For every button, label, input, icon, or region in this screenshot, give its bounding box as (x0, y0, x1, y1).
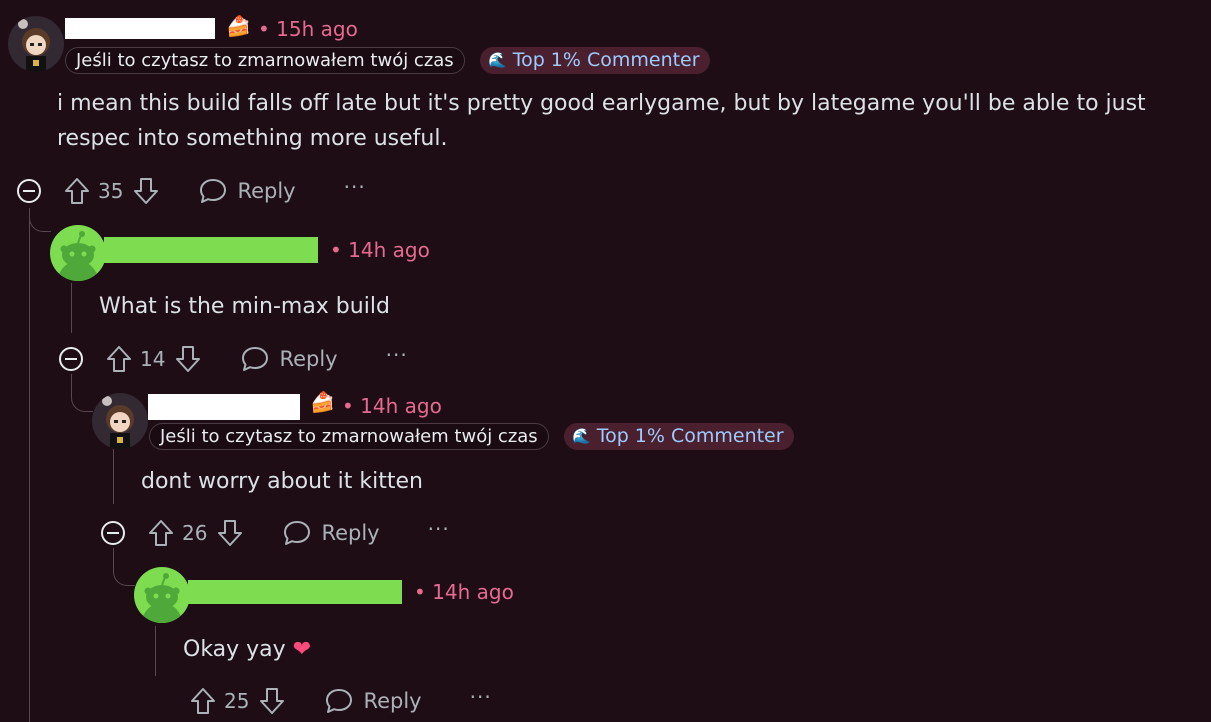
upvote-button[interactable] (148, 519, 174, 547)
vote-count: 35 (98, 179, 124, 203)
downvote-button[interactable] (217, 519, 243, 547)
vote-count: 14 (140, 347, 166, 371)
avatar[interactable] (134, 567, 190, 623)
speech-bubble-icon (284, 521, 311, 545)
more-options-button[interactable]: ··· (386, 345, 408, 368)
more-options-button[interactable]: ··· (344, 177, 366, 200)
thread-connector (71, 374, 93, 412)
arrow-down-icon (260, 688, 285, 714)
timestamp[interactable]: • 14h ago (342, 394, 442, 418)
minus-circle-icon (59, 347, 83, 371)
vote-count: 25 (224, 689, 250, 713)
user-avatar-icon (102, 396, 134, 449)
collapse-button[interactable] (100, 520, 126, 546)
badge-label: Top 1% Commenter (596, 425, 784, 447)
reply-button[interactable]: Reply (199, 178, 296, 204)
downvote-button[interactable] (133, 177, 159, 205)
comment-actions: 26 Reply ··· (100, 515, 450, 551)
more-options-button[interactable]: ··· (470, 687, 492, 710)
username-redacted[interactable] (188, 580, 402, 604)
reply-label: Reply (321, 521, 380, 545)
reply-button[interactable]: Reply (325, 688, 422, 714)
arrow-up-icon (65, 178, 89, 204)
cake-day-icon: 🍰 (226, 14, 251, 38)
arrow-down-icon (218, 520, 243, 546)
comment-actions: 25 Reply ··· (190, 683, 492, 719)
thread-connector (113, 548, 135, 586)
timestamp[interactable]: • 14h ago (414, 580, 514, 604)
cake-day-icon: 🍰 (310, 390, 335, 414)
timestamp[interactable]: • 15h ago (258, 17, 358, 41)
reply-label: Reply (363, 689, 422, 713)
comment-text: Okay yay (183, 637, 286, 662)
comment-body: dont worry about it kitten (141, 469, 423, 494)
collapse-button[interactable] (16, 178, 42, 204)
fire-badge-icon: 🌊 (572, 427, 591, 445)
minus-circle-icon (17, 179, 41, 203)
arrow-up-icon (149, 520, 173, 546)
arrow-down-icon (176, 346, 201, 372)
downvote-button[interactable] (259, 687, 285, 715)
fire-badge-icon: 🌊 (488, 51, 507, 69)
avatar[interactable] (50, 225, 106, 281)
minus-circle-icon (101, 521, 125, 545)
speech-bubble-icon (326, 689, 353, 713)
timestamp[interactable]: • 14h ago (330, 238, 430, 262)
speech-bubble-icon (242, 347, 269, 371)
reply-button[interactable]: Reply (283, 520, 380, 546)
heart-emoji: ❤ (292, 637, 312, 662)
comment-body: Okay yay ❤ (183, 632, 1083, 667)
reply-label: Reply (237, 179, 296, 203)
top-commenter-badge: 🌊 Top 1% Commenter (480, 47, 710, 74)
reply-button[interactable]: Reply (241, 346, 338, 372)
thread-line-level-3 (113, 449, 114, 504)
speech-bubble-icon (200, 179, 227, 203)
avatar[interactable] (8, 16, 64, 72)
top-commenter-badge: 🌊 Top 1% Commenter (564, 423, 794, 450)
downvote-button[interactable] (175, 345, 201, 373)
comment-actions: 35 Reply ··· (16, 173, 366, 209)
reply-label: Reply (279, 347, 338, 371)
arrow-up-icon (107, 346, 131, 372)
upvote-button[interactable] (190, 687, 216, 715)
thread-connector (29, 210, 51, 232)
upvote-button[interactable] (106, 345, 132, 373)
username-redacted[interactable] (104, 237, 318, 263)
more-options-button[interactable]: ··· (428, 519, 450, 542)
username-redacted[interactable] (65, 18, 215, 39)
user-flair: Jeśli to czytasz to zmarnowałem twój cza… (149, 423, 549, 450)
thread-line-root (29, 208, 30, 722)
default-avatar-icon (142, 573, 182, 623)
thread-line-level-4 (155, 626, 156, 676)
user-flair: Jeśli to czytasz to zmarnowałem twój cza… (65, 47, 465, 74)
arrow-up-icon (191, 688, 215, 714)
thread-line-level-2 (71, 283, 72, 333)
vote-count: 26 (182, 521, 208, 545)
comment-actions: 14 Reply ··· (58, 341, 408, 377)
comment-body: What is the min-max build (99, 294, 390, 319)
username-redacted[interactable] (148, 394, 300, 420)
avatar[interactable] (92, 393, 148, 449)
badge-label: Top 1% Commenter (512, 49, 700, 71)
arrow-down-icon (134, 178, 159, 204)
collapse-button[interactable] (58, 346, 84, 372)
user-avatar-icon (18, 19, 50, 72)
upvote-button[interactable] (64, 177, 90, 205)
default-avatar-icon (58, 231, 98, 281)
comment-body: i mean this build falls off late but it'… (57, 91, 1146, 151)
